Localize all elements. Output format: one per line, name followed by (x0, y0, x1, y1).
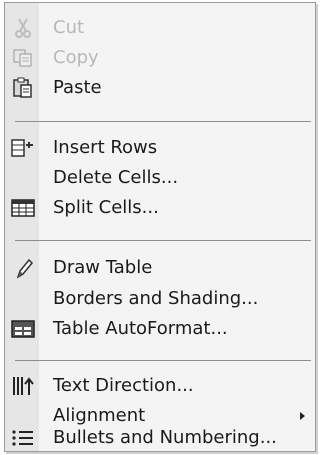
submenu-arrow-icon (300, 412, 305, 420)
menu-item-insert-rows[interactable]: Insert Rows (5, 133, 315, 163)
menu-separator (15, 360, 311, 361)
menu-separator (15, 240, 311, 241)
menu-item-label: Delete Cells... (53, 167, 179, 188)
menu-item-table-autoformat[interactable]: Table AutoFormat... (5, 314, 315, 344)
insert-rows-icon (11, 137, 35, 159)
paste-icon (11, 77, 35, 99)
menu-item-label: Copy (53, 47, 99, 68)
pencil-icon (11, 257, 35, 279)
menu-item-bullets-and-numbering[interactable]: Bullets and Numbering... (5, 423, 315, 453)
copy-icon (11, 47, 35, 69)
menu-item-draw-table[interactable]: Draw Table (5, 253, 315, 283)
menu-item-paste[interactable]: Paste (5, 73, 315, 103)
menu-item-label: Paste (53, 77, 102, 98)
menu-item-borders-and-shading[interactable]: Borders and Shading... (5, 284, 315, 314)
bullets-icon (11, 427, 35, 449)
scissors-icon (11, 17, 35, 39)
menu-item-label: Text Direction... (53, 375, 194, 396)
menu-item-copy[interactable]: Copy (5, 43, 315, 73)
table-context-menu: Cut Copy Paste Insert Rows Delete Cells.… (4, 2, 316, 452)
table-autoformat-icon (11, 318, 35, 340)
text-direction-icon (11, 375, 35, 397)
menu-item-label: Borders and Shading... (53, 288, 259, 309)
menu-item-split-cells[interactable]: Split Cells... (5, 193, 315, 223)
menu-item-cut[interactable]: Cut (5, 13, 315, 43)
menu-item-label: Draw Table (53, 257, 153, 278)
menu-item-label: Insert Rows (53, 137, 158, 158)
menu-item-label: Bullets and Numbering... (53, 427, 277, 448)
menu-item-label: Split Cells... (53, 197, 159, 218)
split-cells-icon (11, 197, 35, 219)
menu-item-label: Table AutoFormat... (53, 318, 228, 339)
menu-separator (15, 121, 311, 122)
menu-item-label: Cut (53, 17, 85, 38)
menu-item-delete-cells[interactable]: Delete Cells... (5, 163, 315, 193)
menu-item-text-direction[interactable]: Text Direction... (5, 371, 315, 401)
